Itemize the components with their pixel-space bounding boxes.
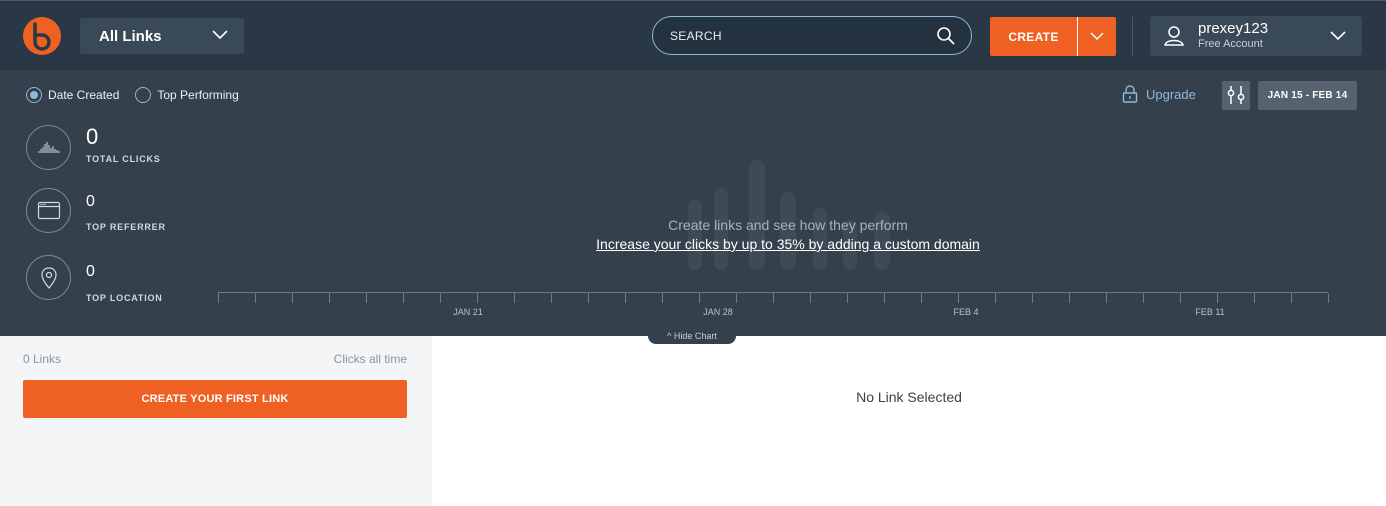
axis-tick (514, 293, 515, 303)
no-link-selected-message: No Link Selected (856, 389, 962, 405)
links-sidebar: 0 Links Clicks all time CREATE YOUR FIRS… (0, 336, 432, 506)
location-pin-icon (41, 267, 57, 289)
chart-x-axis (218, 292, 1329, 304)
account-menu[interactable]: prexey123 Free Account (1150, 16, 1362, 56)
bitly-logo-icon[interactable] (22, 16, 62, 56)
lock-icon (1122, 85, 1138, 103)
metric-icon-ring (26, 188, 71, 233)
axis-tick (403, 293, 404, 303)
axis-tick (662, 293, 663, 303)
nav-divider (1132, 17, 1133, 56)
link-detail-panel: No Link Selected (432, 336, 1386, 506)
top-referrer-label: TOP REFERRER (86, 222, 166, 232)
axis-tick (773, 293, 774, 303)
radio-date-created-label[interactable]: Date Created (48, 88, 119, 102)
axis-tick (699, 293, 700, 303)
date-range-button[interactable]: JAN 15 - FEB 14 (1258, 81, 1357, 110)
axis-tick-label: FEB 4 (953, 307, 979, 317)
user-icon (1164, 26, 1184, 46)
search-box (652, 16, 972, 55)
radio-top-performing[interactable] (135, 87, 152, 103)
metric-top-referrer: 0 TOP REFERRER (26, 188, 216, 238)
axis-tick (1143, 293, 1144, 303)
axis-tick-label: JAN 21 (453, 307, 483, 317)
radio-top-performing-label[interactable]: Top Performing (157, 88, 238, 102)
browser-window-icon (37, 201, 61, 220)
axis-tick (1069, 293, 1070, 303)
radio-date-created[interactable] (26, 87, 42, 103)
axis-tick (921, 293, 922, 303)
axis-tick (847, 293, 848, 303)
axis-tick (255, 293, 256, 303)
axis-tick-label: JAN 28 (703, 307, 733, 317)
axis-tick (1106, 293, 1107, 303)
metric-icon-ring (26, 255, 71, 300)
chevron-down-icon (212, 30, 228, 40)
axis-tick (329, 293, 330, 303)
top-location-label: TOP LOCATION (86, 293, 163, 303)
stats-panel: Date Created Top Performing Upgrade JAN … (0, 70, 1386, 336)
links-filter-dropdown[interactable]: All Links (80, 18, 244, 54)
axis-tick (995, 293, 996, 303)
create-first-link-button[interactable]: CREATE YOUR FIRST LINK (23, 380, 407, 418)
links-filter-label: All Links (99, 27, 162, 45)
axis-tick (1032, 293, 1033, 303)
axis-tick (884, 293, 885, 303)
chart-filter-button[interactable] (1222, 81, 1250, 110)
account-plan: Free Account (1198, 38, 1263, 50)
metric-top-location: 0 TOP LOCATION (26, 255, 216, 305)
axis-tick (366, 293, 367, 303)
sort-radio-group: Date Created Top Performing (26, 87, 255, 103)
create-button[interactable]: CREATE (990, 17, 1077, 56)
axis-tick (625, 293, 626, 303)
axis-tick (810, 293, 811, 303)
search-input[interactable] (653, 28, 923, 43)
top-nav: All Links CREATE prexey123 Free Account (0, 0, 1386, 70)
axis-tick (218, 293, 219, 303)
sliders-icon (1227, 86, 1245, 104)
axis-tick-label: FEB 11 (1195, 307, 1225, 317)
axis-tick (736, 293, 737, 303)
chart-empty-message: Create links and see how they perform (668, 217, 908, 233)
chevron-down-icon (1090, 32, 1104, 41)
upgrade-label: Upgrade (1146, 86, 1196, 102)
hide-chart-toggle[interactable]: ^ Hide Chart (648, 327, 736, 344)
axis-tick (1291, 293, 1292, 303)
chevron-down-icon (1330, 31, 1346, 41)
axis-tick (958, 293, 959, 303)
axis-tick (440, 293, 441, 303)
account-username: prexey123 (1198, 20, 1269, 37)
top-referrer-value: 0 (86, 193, 95, 210)
axis-tick (551, 293, 552, 303)
clicks-sort-label[interactable]: Clicks all time (334, 352, 407, 366)
axis-tick (477, 293, 478, 303)
axis-tick (1328, 293, 1329, 303)
axis-tick (588, 293, 589, 303)
axis-tick (1217, 293, 1218, 303)
bar-chart-icon (38, 142, 60, 153)
upgrade-link[interactable]: Upgrade (1122, 85, 1196, 103)
custom-domain-link[interactable]: Increase your clicks by up to 35% by add… (488, 236, 1088, 252)
axis-tick (292, 293, 293, 303)
axis-tick (1180, 293, 1181, 303)
total-clicks-value: 0 (86, 124, 99, 149)
search-icon[interactable] (936, 26, 956, 46)
axis-tick (1254, 293, 1255, 303)
total-clicks-label: TOTAL CLICKS (86, 154, 161, 164)
links-count: 0 Links (23, 352, 62, 366)
metric-total-clicks: 0 TOTAL CLICKS (26, 124, 216, 175)
top-location-value: 0 (86, 263, 95, 280)
metric-icon-ring (26, 125, 71, 170)
create-dropdown-button[interactable] (1077, 17, 1116, 56)
